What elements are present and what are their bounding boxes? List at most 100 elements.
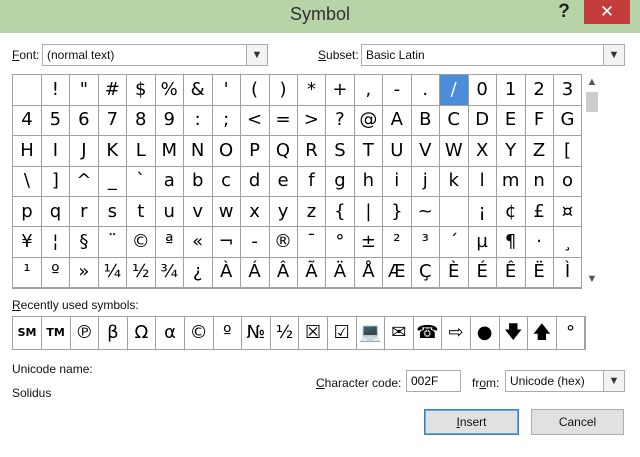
symbol-cell[interactable]: F [525,105,555,137]
symbol-cell[interactable]: ¡ [468,196,498,228]
symbol-cell[interactable]: @ [354,105,384,137]
symbol-cell[interactable]: 0 [468,75,498,106]
symbol-cell[interactable]: Á [240,257,270,289]
symbol-cell[interactable]: Y [496,135,526,167]
symbol-cell[interactable]: Â [269,257,298,289]
symbol-cell[interactable]: g [325,166,355,198]
symbol-cell[interactable]: b [183,166,213,198]
symbol-cell[interactable]: - [382,75,412,106]
symbol-cell[interactable]: v [183,196,213,228]
symbol-cell[interactable]: À [212,257,242,289]
symbol-cell[interactable]: ¯ [297,227,327,258]
symbol-cell[interactable]: 9 [155,105,185,137]
symbol-cell[interactable]: E [496,105,526,137]
symbol-cell[interactable]: : [183,105,213,137]
symbol-cell[interactable]: k [439,166,469,198]
symbol-cell[interactable]: / [439,75,469,106]
recent-symbol-cell[interactable]: ℗ [70,317,100,349]
symbol-cell[interactable]: d [240,166,270,198]
symbol-cell[interactable]: ¬ [212,227,242,258]
symbol-cell[interactable]: · [525,227,555,258]
symbol-cell[interactable]: K [98,135,128,167]
recent-symbol-cell[interactable]: SM [13,317,43,349]
symbol-cell[interactable]: ¿ [183,257,213,289]
symbol-cell[interactable]: # [98,75,128,106]
symbol-cell[interactable]: ³ [411,227,441,258]
symbol-cell[interactable]: i [382,166,412,198]
recent-symbol-cell[interactable]: № [242,317,271,349]
symbol-cell[interactable]: ¸ [553,227,583,258]
symbol-cell[interactable]: Å [354,257,384,289]
symbol-cell[interactable]: R [297,135,327,167]
symbol-cell[interactable]: ª [155,227,185,258]
recent-symbol-cell[interactable]: ☑ [328,317,357,349]
symbol-cell[interactable]: B [411,105,441,137]
symbol-cell[interactable]: I [41,135,71,167]
recent-symbol-cell[interactable]: 🡅 [528,317,557,349]
symbol-cell[interactable]: t [126,196,156,228]
character-code-input[interactable]: 002F [406,370,461,392]
symbol-cell[interactable] [13,75,42,106]
symbol-cell[interactable]: 1 [496,75,526,106]
recent-symbol-cell[interactable]: ⇨ [442,317,472,349]
recent-symbol-cell[interactable]: º [213,317,243,349]
symbol-cell[interactable]: , [354,75,384,106]
symbol-cell[interactable]: q [41,196,71,228]
symbol-cell[interactable]: s [98,196,128,228]
symbol-cell[interactable]: X [468,135,498,167]
symbol-cell[interactable]: + [325,75,355,106]
symbol-cell[interactable]: 8 [126,105,156,137]
symbol-cell[interactable]: { [325,196,355,228]
recent-symbol-cell[interactable]: β [99,317,128,349]
symbol-cell[interactable]: n [525,166,555,198]
symbol-cell[interactable]: ¶ [496,227,526,258]
subset-dropdown[interactable]: Basic Latin ▼ [361,44,625,66]
symbol-cell[interactable]: O [212,135,242,167]
recent-symbol-cell[interactable]: ✉ [385,317,414,349]
symbol-cell[interactable]: Q [269,135,298,167]
symbol-cell[interactable]: ; [212,105,242,137]
symbol-cell[interactable]: ` [126,166,156,198]
symbol-cell[interactable]: ? [325,105,355,137]
chevron-down-icon[interactable]: ▼ [603,371,624,391]
symbol-cell[interactable]: 7 [98,105,128,137]
symbol-cell[interactable]: p [13,196,42,228]
symbol-cell[interactable]: Ç [411,257,441,289]
symbol-cell[interactable]: µ [468,227,498,258]
symbol-cell[interactable]: 2 [525,75,555,106]
scrollbar-thumb[interactable] [586,92,598,112]
symbol-cell[interactable]: & [183,75,213,106]
symbol-cell[interactable]: Ä [325,257,355,289]
symbol-cell[interactable]: § [69,227,99,258]
recent-symbol-cell[interactable]: ½ [270,317,300,349]
help-button[interactable]: ? [553,0,575,26]
symbol-cell[interactable]: 6 [69,105,99,137]
symbol-cell[interactable]: ¥ [13,227,42,258]
symbol-cell[interactable]: * [297,75,327,106]
from-dropdown[interactable]: Unicode (hex) ▼ [505,370,625,392]
symbol-cell[interactable]: ° [325,227,355,258]
symbol-cell[interactable]: . [411,75,441,106]
scroll-down-icon[interactable]: ▼ [582,271,602,287]
symbol-cell[interactable]: ¨ [98,227,128,258]
symbol-cell[interactable]: e [269,166,298,198]
symbol-cell[interactable]: x [240,196,270,228]
symbol-cell[interactable]: ( [240,75,270,106]
symbol-cell[interactable]: h [354,166,384,198]
symbol-cell[interactable]: G [553,105,583,137]
symbol-cell[interactable]: ) [269,75,298,106]
symbol-cell[interactable]: È [439,257,469,289]
chevron-down-icon[interactable]: ▼ [246,45,267,65]
symbol-cell[interactable]: | [354,196,384,228]
symbol-cell[interactable]: l [468,166,498,198]
symbol-cell[interactable]: = [269,105,298,137]
symbol-cell[interactable]: ¢ [496,196,526,228]
recent-symbol-cell[interactable]: ☎ [413,317,443,349]
symbol-cell[interactable]: Ã [297,257,327,289]
symbol-cell[interactable]: z [297,196,327,228]
symbol-cell[interactable]: m [496,166,526,198]
symbol-cell[interactable]: c [212,166,242,198]
symbol-cell[interactable]: ] [41,166,71,198]
symbol-cell[interactable]: S [325,135,355,167]
chevron-down-icon[interactable]: ▼ [603,45,624,65]
